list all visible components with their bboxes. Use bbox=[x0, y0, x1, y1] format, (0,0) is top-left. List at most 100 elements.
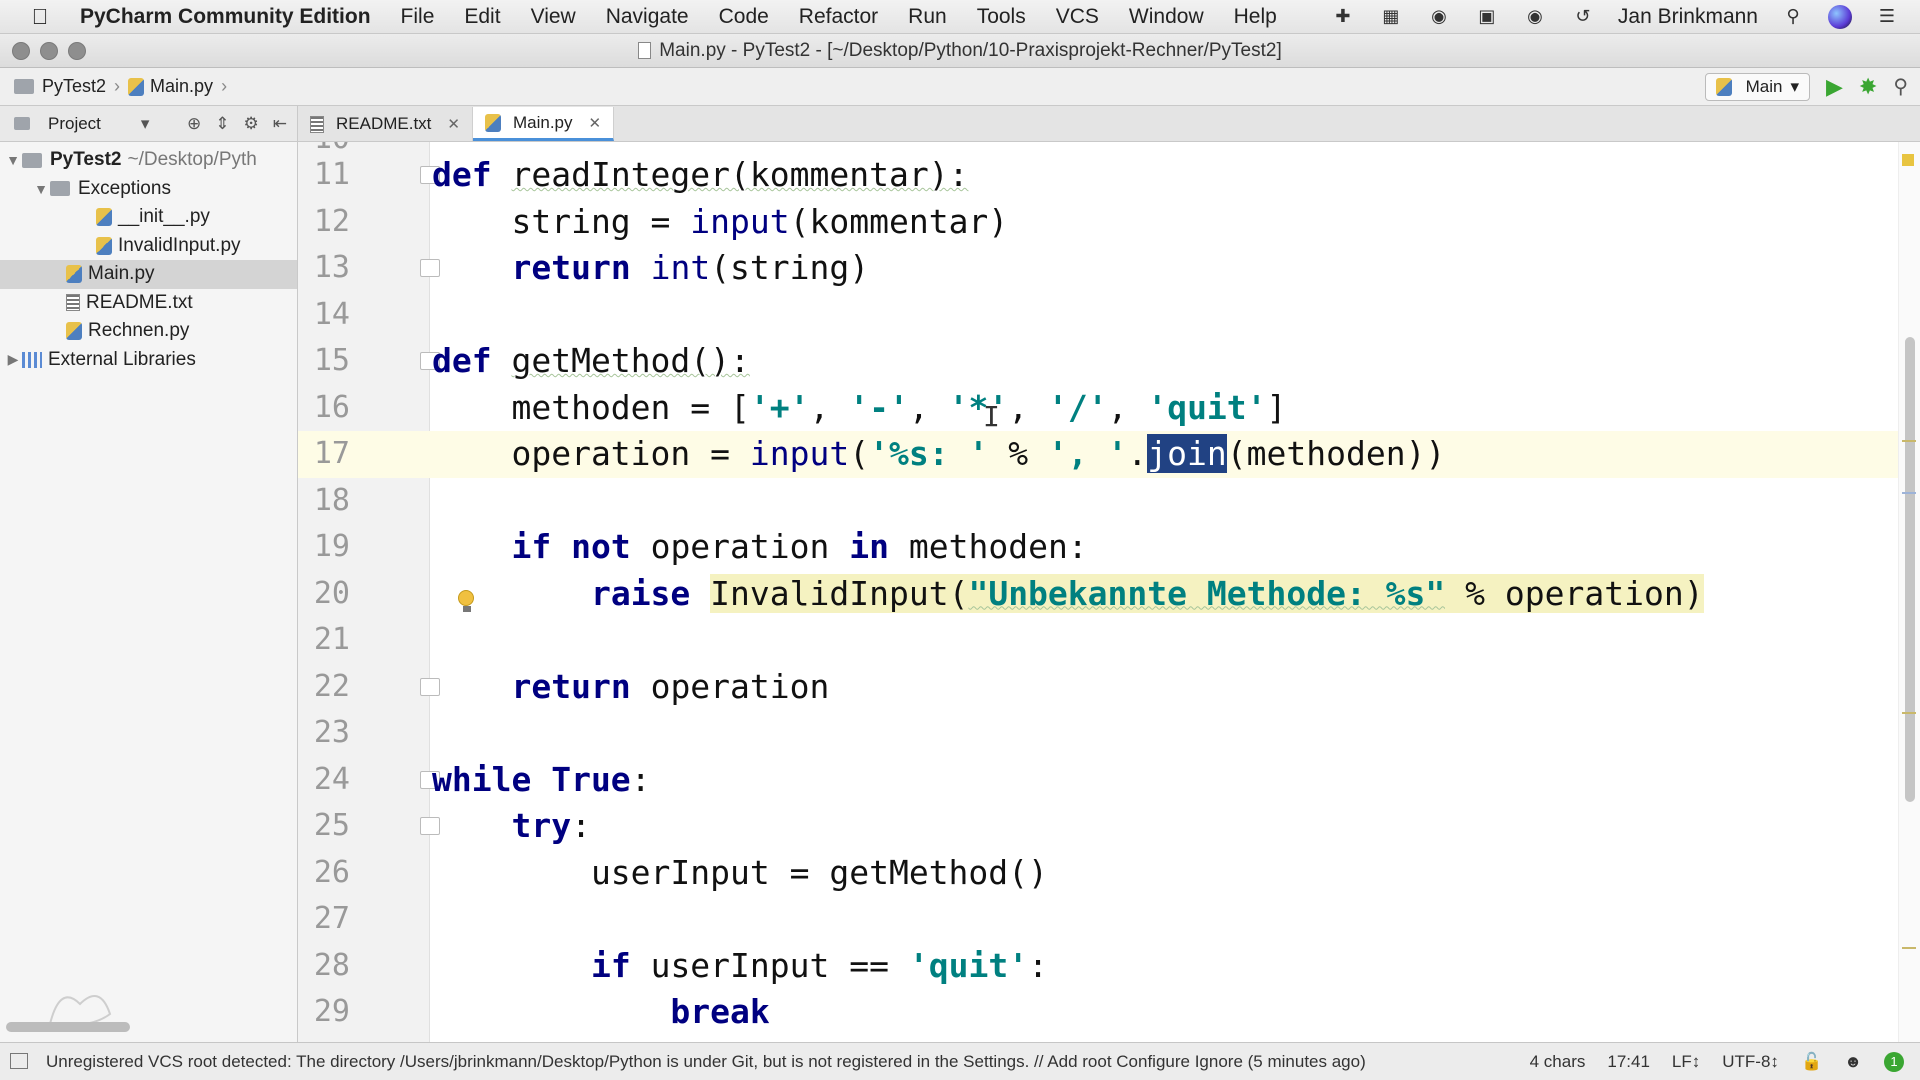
expand-arrow-icon[interactable]: ▶ bbox=[4, 351, 22, 368]
breadcrumb-project[interactable]: PyTest2 bbox=[42, 76, 106, 97]
plugin-icon[interactable]: ✚ bbox=[1330, 6, 1356, 28]
tree-item-label: __init__.py bbox=[118, 206, 210, 228]
code-line[interactable]: 14 bbox=[298, 292, 1920, 339]
code-line[interactable]: 11 def readInteger(kommentar): bbox=[298, 152, 1920, 199]
tab-readme[interactable]: README.txt ✕ bbox=[298, 107, 473, 141]
search-everywhere-icon[interactable]: ⚲ bbox=[1893, 74, 1908, 99]
error-stripe[interactable] bbox=[1898, 142, 1920, 1042]
line-number: 23 bbox=[313, 715, 350, 750]
menu-tools[interactable]: Tools bbox=[977, 5, 1026, 29]
line-number: 16 bbox=[313, 389, 350, 425]
code-line[interactable]: 24 while True: bbox=[298, 757, 1920, 804]
app-menu[interactable]: PyCharm Community Edition bbox=[80, 5, 371, 29]
collapse-all-icon[interactable]: ⇕ bbox=[215, 114, 229, 134]
close-window-button[interactable] bbox=[12, 42, 30, 60]
usage-marker[interactable] bbox=[1902, 492, 1916, 494]
code-line[interactable]: 27 bbox=[298, 896, 1920, 943]
code-line[interactable]: 12 string = input(kommentar) bbox=[298, 199, 1920, 246]
code-text: raise InvalidInput("Unbekannte Methode: … bbox=[590, 573, 1704, 613]
menu-vcs[interactable]: VCS bbox=[1056, 5, 1099, 29]
debug-button[interactable]: ✸ bbox=[1859, 74, 1877, 100]
tree-horizontal-scrollbar[interactable] bbox=[6, 1022, 130, 1032]
hide-panel-icon[interactable]: ⇤ bbox=[273, 114, 287, 134]
menu-code[interactable]: Code bbox=[719, 5, 769, 29]
menu-help[interactable]: Help bbox=[1234, 5, 1277, 29]
tree-item-pytest2[interactable]: ▼ PyTest2 ~/Desktop/Pyth bbox=[0, 146, 297, 175]
analysis-status-icon[interactable] bbox=[1902, 154, 1914, 166]
code-editor[interactable]: 10 11def readInteger(kommentar):12 strin… bbox=[298, 142, 1920, 1042]
run-configuration-select[interactable]: Main ▾ bbox=[1704, 72, 1810, 101]
leaf-icon[interactable]: ◉ bbox=[1426, 6, 1452, 28]
minimize-window-button[interactable] bbox=[40, 42, 58, 60]
encoding-select[interactable]: UTF-8↕ bbox=[1722, 1052, 1779, 1072]
warning-marker[interactable] bbox=[1902, 440, 1916, 442]
menu-file[interactable]: File bbox=[401, 5, 435, 29]
code-line[interactable]: 21 bbox=[298, 617, 1920, 664]
menu-run[interactable]: Run bbox=[908, 5, 947, 29]
menu-edit[interactable]: Edit bbox=[464, 5, 500, 29]
event-log-badge[interactable]: 1 bbox=[1884, 1051, 1904, 1072]
code-line[interactable]: 15 def getMethod(): bbox=[298, 338, 1920, 385]
gear-icon[interactable]: ⚙ bbox=[244, 114, 259, 134]
close-tab-icon[interactable]: ✕ bbox=[589, 114, 602, 132]
tree-item-main[interactable]: Main.py bbox=[0, 260, 297, 289]
notification-center-icon[interactable]: ☰ bbox=[1874, 6, 1900, 28]
tree-item-init[interactable]: __init__.py bbox=[0, 203, 297, 232]
caret-position[interactable]: 17:41 bbox=[1607, 1052, 1650, 1072]
line-separator-select[interactable]: LF↕ bbox=[1672, 1052, 1700, 1072]
code-line[interactable]: 22 return operation bbox=[298, 664, 1920, 711]
chevron-down-icon[interactable]: ▾ bbox=[141, 114, 150, 134]
user-name[interactable]: Jan Brinkmann bbox=[1618, 5, 1758, 29]
menu-view[interactable]: View bbox=[531, 5, 576, 29]
project-tool-icons: ⊕ ⇕ ⚙ ⇤ bbox=[187, 114, 297, 134]
warning-marker[interactable] bbox=[1902, 712, 1916, 714]
tab-main-py[interactable]: Main.py ✕ bbox=[472, 107, 615, 141]
breadcrumb-file[interactable]: Main.py bbox=[150, 76, 213, 97]
tree-item-rechnen[interactable]: Rechnen.py bbox=[0, 317, 297, 346]
time-machine-icon[interactable]: ↺ bbox=[1570, 6, 1596, 28]
spotlight-search-icon[interactable]: ⚲ bbox=[1780, 6, 1806, 28]
run-button[interactable]: ▶ bbox=[1826, 74, 1843, 100]
expand-arrow-icon[interactable]: ▼ bbox=[4, 152, 22, 168]
menu-refactor[interactable]: Refactor bbox=[799, 5, 878, 29]
intention-bulb-icon[interactable] bbox=[458, 590, 476, 614]
expand-arrow-icon[interactable]: ▼ bbox=[32, 181, 50, 197]
code-line[interactable]: 20 raise InvalidInput("Unbekannte Method… bbox=[298, 571, 1920, 618]
code-line[interactable]: 16 methoden = ['+', '-', '*', '/', 'quit… bbox=[298, 385, 1920, 432]
tree-item-label: README.txt bbox=[86, 291, 193, 313]
code-line[interactable]: 23 bbox=[298, 710, 1920, 757]
line-number: 21 bbox=[313, 622, 350, 657]
scroll-from-source-icon[interactable]: ⊕ bbox=[187, 114, 201, 134]
status-message[interactable]: Unregistered VCS root detected: The dire… bbox=[0, 1052, 1530, 1072]
project-view-select[interactable]: Project bbox=[48, 114, 101, 134]
code-line[interactable]: 13 return int(string) bbox=[298, 245, 1920, 292]
code-line[interactable]: 18 bbox=[298, 478, 1920, 525]
tree-item-external-libraries[interactable]: ▶ External Libraries bbox=[0, 346, 297, 375]
siri-icon[interactable] bbox=[1828, 4, 1852, 29]
close-tab-icon[interactable]: ✕ bbox=[447, 115, 460, 133]
status-bar: Unregistered VCS root detected: The dire… bbox=[0, 1042, 1920, 1080]
tree-item-readme[interactable]: README.txt bbox=[0, 289, 297, 318]
clipboard-icon[interactable]: ▦ bbox=[1378, 6, 1404, 28]
tree-item-invalidinput[interactable]: InvalidInput.py bbox=[0, 232, 297, 261]
tool-windows-toggle-icon[interactable] bbox=[10, 1053, 28, 1069]
screen-record-icon[interactable]: ▣ bbox=[1474, 6, 1500, 28]
apple-menu-icon[interactable]:  bbox=[0, 4, 80, 30]
zoom-window-button[interactable] bbox=[68, 42, 86, 60]
code-line[interactable]: 17 operation = input('%s: ' % ', '.join(… bbox=[298, 431, 1920, 478]
tree-item-exceptions[interactable]: ▼ Exceptions bbox=[0, 175, 297, 204]
tree-item-label: PyTest2 bbox=[50, 149, 122, 171]
code-line[interactable]: 26 userInput = getMethod() bbox=[298, 850, 1920, 897]
menu-navigate[interactable]: Navigate bbox=[606, 5, 689, 29]
code-line[interactable]: 29 break bbox=[298, 989, 1920, 1036]
code-line[interactable]: 28 if userInput == 'quit': bbox=[298, 943, 1920, 990]
menu-window[interactable]: Window bbox=[1129, 5, 1204, 29]
code-line[interactable]: 19 if not operation in methoden: bbox=[298, 524, 1920, 571]
editor-vertical-scrollbar[interactable] bbox=[1905, 337, 1915, 802]
chat-icon[interactable]: ◉ bbox=[1522, 6, 1548, 28]
inspector-icon[interactable]: ☻ bbox=[1844, 1052, 1862, 1072]
warning-marker[interactable] bbox=[1902, 947, 1916, 949]
code-line[interactable]: 25 try: bbox=[298, 803, 1920, 850]
breadcrumb-separator-icon: › bbox=[221, 76, 228, 96]
lock-icon[interactable]: 🔓 bbox=[1801, 1052, 1822, 1072]
